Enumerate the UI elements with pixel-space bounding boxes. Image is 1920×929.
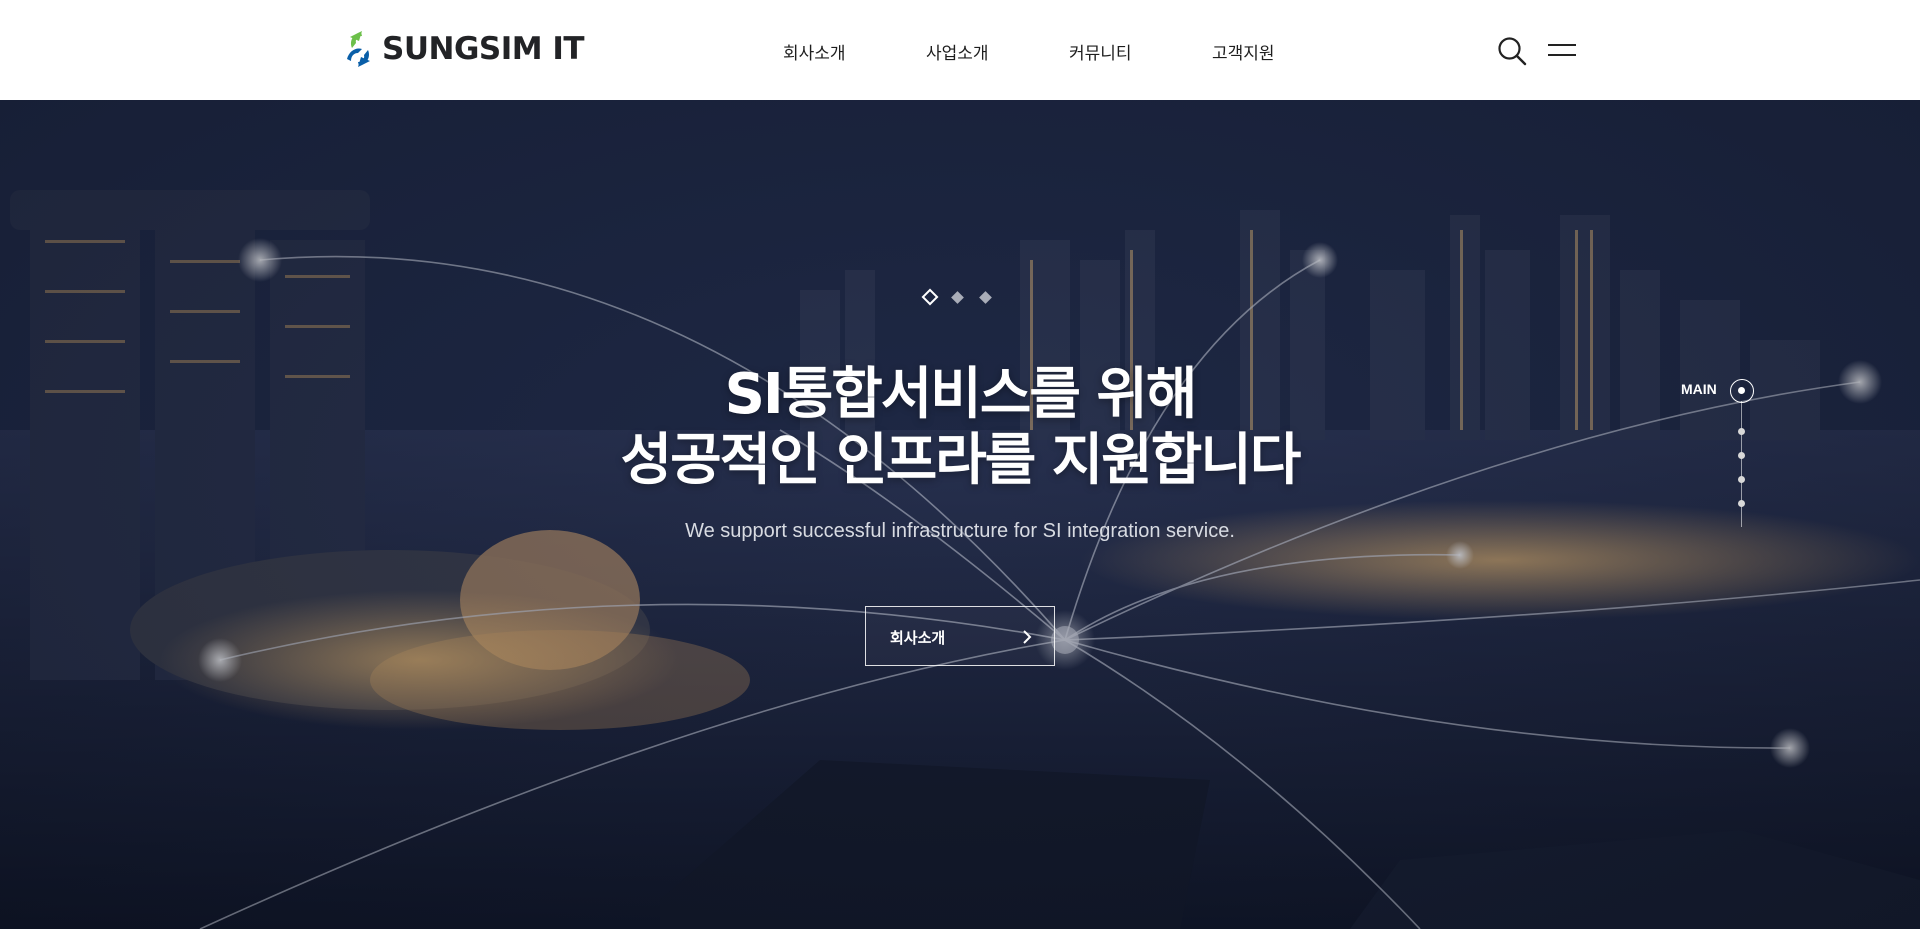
side-nav-dot-active[interactable] [1730,379,1754,403]
nav-item-community[interactable]: 커뮤니티 [1069,39,1132,64]
hero-title-line-2: 성공적인 인프라를 지원합니다 [620,428,1302,493]
menu-button[interactable] [1548,40,1576,60]
search-button[interactable] [1497,36,1527,66]
company-intro-button[interactable]: 회사소개 [865,606,1055,666]
side-nav-label-main[interactable]: MAIN [1681,381,1717,397]
nav-item-support[interactable]: 고객지원 [1212,39,1275,64]
company-intro-button-label: 회사소개 [890,629,946,647]
hero-overlay [0,100,1920,929]
slide-pagination [921,288,1009,306]
nav-item-business[interactable]: 사업소개 [926,39,989,64]
slide-dot-1[interactable] [921,288,939,306]
hero-subtitle: We support successful infrastructure for… [685,520,1235,542]
nav-item-company[interactable]: 회사소개 [783,39,846,64]
chevron-right-icon [1023,630,1032,644]
side-nav-dot-5[interactable] [1738,500,1745,507]
side-nav-dot-4[interactable] [1738,476,1745,483]
hamburger-menu-icon-bar [1548,54,1576,56]
slide-dot-3[interactable] [979,290,992,304]
hamburger-menu-icon [1548,44,1576,46]
side-nav-dot-2[interactable] [1738,428,1745,435]
side-nav-line [1741,401,1742,527]
search-icon [1498,37,1527,66]
side-nav-dot-3[interactable] [1738,452,1745,459]
site-header: SUNGSIM IT 회사소개 사업소개 커뮤니티 고객지원 [0,0,1920,100]
hero-section: SI통합서비스를 위해 성공적인 인프라를 지원합니다 We support s… [0,100,1920,929]
main-nav: 회사소개 사업소개 커뮤니티 고객지원 [0,0,1920,100]
hero-title: SI통합서비스를 위해 성공적인 인프라를 지원합니다 [0,362,1920,494]
hero-title-line-1: SI통합서비스를 위해 [724,362,1198,427]
slide-dot-2[interactable] [951,290,964,304]
section-side-nav: MAIN [1660,375,1760,555]
